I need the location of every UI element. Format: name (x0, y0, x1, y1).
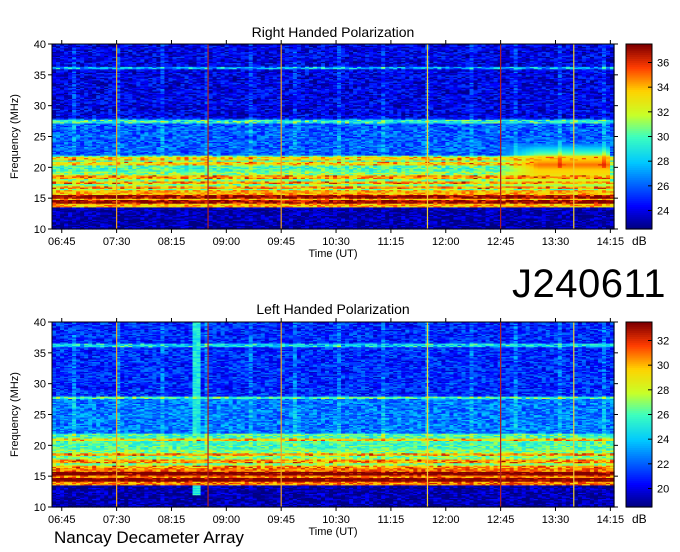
y-tick-label: 30 (34, 101, 46, 113)
y-tick-label: 20 (34, 440, 46, 452)
spectrogram-image (52, 44, 615, 230)
colorbar: 24 26 28 30 32 34 36 dB (625, 43, 669, 248)
panel-title: Left Handed Polarization (256, 301, 409, 317)
x-tick-label: 11:15 (378, 236, 405, 248)
colorbar-tick-label: 30 (657, 132, 669, 144)
colorbar-tick-label: 26 (657, 410, 669, 422)
y-tick-label: 25 (34, 132, 46, 144)
spectrogram-image (52, 322, 615, 508)
y-tick-label: 40 (34, 39, 46, 51)
y-tick-label: 20 (34, 162, 46, 174)
x-axis-label: Time (UT) (308, 248, 357, 260)
left-polarization-panel: Left Handed Polarization 10 15 20 25 30 35 40 06… (9, 301, 669, 538)
y-axis-label: Frequency (MHz) (9, 372, 21, 457)
x-tick-label: 09:00 (213, 514, 241, 526)
x-tick-label: 13:30 (542, 236, 570, 248)
x-tick-label: 07:30 (103, 514, 131, 526)
colorbar-tick-label: 26 (657, 181, 669, 193)
colorbar-tick-label: 36 (657, 58, 669, 70)
x-tick-label: 09:45 (267, 514, 295, 526)
x-tick-label: 13:30 (542, 514, 570, 526)
colorbar-tick-label: 32 (657, 336, 669, 348)
y-tick-label: 10 (34, 502, 46, 514)
colorbar-tick-label: 24 (657, 434, 669, 446)
y-tick-label: 35 (34, 70, 46, 82)
x-tick-label: 09:00 (213, 236, 241, 248)
colorbar-tick-label: 30 (657, 360, 669, 372)
y-tick-label: 15 (34, 471, 46, 483)
y-tick-label: 15 (34, 193, 46, 205)
x-tick-label: 07:30 (103, 236, 131, 248)
colorbar-label: dB (632, 512, 647, 526)
y-tick-label: 25 (34, 410, 46, 422)
x-tick-label: 12:00 (432, 236, 460, 248)
x-tick-label: 10:30 (322, 236, 350, 248)
colorbar-tick-label: 24 (657, 206, 669, 218)
x-tick-label: 14:15 (597, 236, 625, 248)
panel-title: Right Handed Polarization (252, 24, 415, 40)
observation-date-code: J240611 (512, 262, 666, 307)
colorbar-tick-label: 34 (657, 82, 669, 94)
x-tick-label: 14:15 (597, 514, 625, 526)
x-tick-label: 10:30 (322, 514, 350, 526)
right-polarization-panel: Right Handed Polarization 10 15 20 25 30 35 40 0… (9, 24, 669, 260)
y-tick-label: 30 (34, 379, 46, 391)
colorbar-tick-label: 28 (657, 385, 669, 397)
x-tick-label: 12:00 (432, 514, 460, 526)
x-tick-label: 12:45 (487, 236, 515, 248)
colorbar-label: dB (632, 234, 647, 248)
x-tick-label: 06:45 (48, 236, 76, 248)
y-tick-label: 10 (34, 224, 46, 236)
x-tick-label: 06:45 (48, 514, 76, 526)
x-tick-label: 12:45 (487, 514, 515, 526)
colorbar-tick-label: 20 (657, 484, 669, 496)
x-axis-label: Time (UT) (308, 526, 357, 538)
colorbar-tick-label: 22 (657, 459, 669, 471)
x-tick-label: 11:15 (378, 514, 405, 526)
x-tick-label: 09:45 (267, 236, 295, 248)
colorbar-tick-label: 32 (657, 107, 669, 119)
x-tick-label: 08:15 (158, 514, 186, 526)
x-tick-label: 08:15 (158, 236, 186, 248)
instrument-name: Nancay Decameter Array (54, 528, 244, 548)
y-axis-label: Frequency (MHz) (9, 94, 21, 179)
colorbar-tick-label: 28 (657, 156, 669, 168)
colorbar: 20 22 24 26 28 30 32 dB (625, 321, 669, 526)
y-tick-label: 40 (34, 317, 46, 329)
y-tick-label: 35 (34, 348, 46, 360)
